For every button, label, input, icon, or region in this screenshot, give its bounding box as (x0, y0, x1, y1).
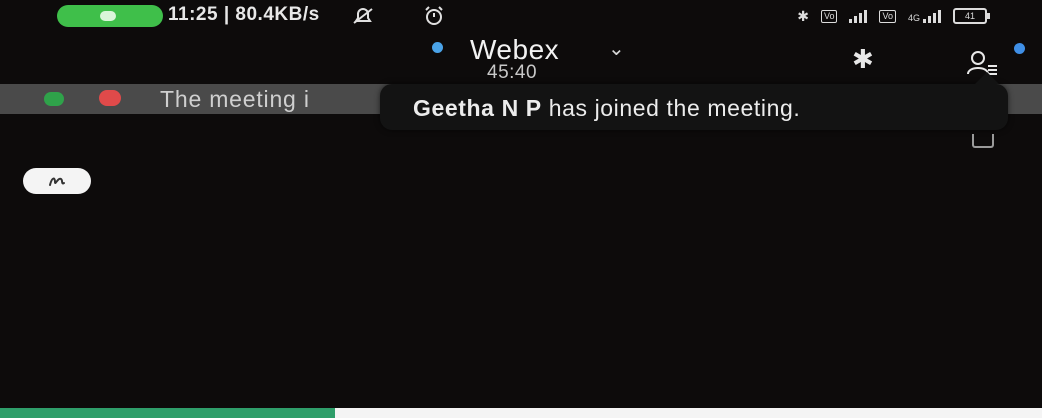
status-right-icons: ✱ Vo Vo 4G 41 (797, 6, 990, 26)
meeting-timer: 45:40 (487, 62, 538, 83)
no-notification-icon (353, 8, 373, 24)
participants-notification-dot (1014, 43, 1025, 54)
banner-text: The meeting i (160, 86, 310, 112)
chevron-down-icon[interactable]: ⌄ (608, 36, 625, 61)
volte-icon: Vo (879, 9, 896, 23)
recording-dot-icon (432, 42, 443, 53)
battery-icon: 41 (953, 8, 990, 24)
banner-red-indicator-icon (99, 90, 121, 106)
status-bar: 11:25 | 80.4KB/s ✱ Vo Vo 4G 41 (0, 0, 1042, 34)
volte-icon: Vo (820, 9, 838, 23)
share-icon[interactable] (972, 134, 994, 148)
annotation-button[interactable] (23, 168, 91, 194)
meeting-screen: 11:25 | 80.4KB/s ✱ Vo Vo 4G 41 Webex ⌄ 4… (0, 0, 1042, 408)
participant-joined-toast: Geetha N P has joined the meeting. (380, 72, 1008, 130)
alarm-icon (425, 6, 443, 25)
signal-icon (849, 9, 868, 23)
toast-participant-name: Geetha N P (413, 95, 542, 121)
status-time-speed: 11:25 | 80.4KB/s (168, 4, 320, 25)
bluetooth-icon[interactable]: ✱ (852, 46, 874, 72)
toast-message: has joined the meeting. (541, 95, 801, 121)
bottom-strip (0, 408, 1042, 418)
toast-text: Geetha N P has joined the meeting. (413, 95, 800, 122)
bluetooth-icon: ✱ (797, 7, 809, 24)
bottom-strip-green (0, 408, 335, 418)
signal-4g-icon: 4G (908, 9, 941, 23)
call-indicator-icon (100, 11, 116, 21)
banner-green-indicator-icon (44, 92, 64, 106)
call-pill[interactable] (57, 5, 163, 27)
pen-icon (49, 177, 65, 186)
